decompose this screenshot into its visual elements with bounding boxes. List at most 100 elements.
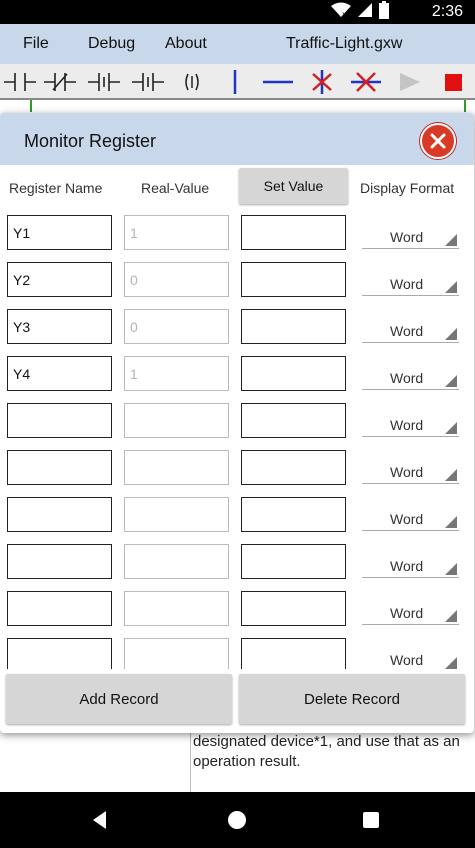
register-row: Word — [0, 262, 474, 309]
header-register-name: Register Name — [9, 180, 103, 196]
register-name-input[interactable] — [7, 403, 112, 438]
dropdown-arrow-icon — [445, 375, 457, 387]
coil-icon[interactable] — [174, 66, 210, 98]
register-name-input[interactable] — [7, 356, 112, 391]
real-value-field — [124, 638, 229, 669]
navigation-bar — [0, 792, 475, 848]
ladder-toolbar — [0, 64, 475, 100]
register-name-input[interactable] — [7, 497, 112, 532]
display-format-select[interactable]: Word — [362, 458, 459, 484]
set-value-input[interactable] — [241, 544, 346, 579]
run-icon[interactable] — [392, 66, 428, 98]
real-value-field — [124, 309, 229, 344]
display-format-value: Word — [390, 417, 424, 433]
display-format-select[interactable]: Word — [362, 552, 459, 578]
ladder-rail-right — [464, 100, 466, 112]
set-value-input[interactable] — [241, 497, 346, 532]
set-value-input[interactable] — [241, 403, 346, 438]
normally-open-contact-icon[interactable] — [2, 66, 38, 98]
register-row: Word — [0, 309, 474, 356]
display-format-value: Word — [390, 652, 424, 668]
falling-edge-contact-icon[interactable] — [130, 66, 166, 98]
status-icons: x — [331, 0, 389, 24]
display-format-select[interactable]: Word — [362, 411, 459, 437]
dropdown-arrow-icon — [445, 328, 457, 340]
display-format-value: Word — [390, 229, 424, 245]
set-value-input[interactable] — [241, 450, 346, 485]
menu-about[interactable]: About — [165, 34, 207, 54]
real-value-field — [124, 403, 229, 438]
real-value-field — [124, 215, 229, 250]
stop-icon[interactable] — [436, 66, 472, 98]
set-value-input[interactable] — [241, 262, 346, 297]
display-format-select[interactable]: Word — [362, 364, 459, 390]
rising-edge-contact-icon[interactable] — [86, 66, 122, 98]
normally-closed-contact-icon[interactable] — [42, 66, 78, 98]
close-button[interactable] — [420, 123, 456, 159]
monitor-register-dialog: Monitor Register Register Name Real-Valu… — [0, 113, 474, 733]
delete-horizontal-line-icon[interactable] — [348, 66, 384, 98]
set-value-input[interactable] — [241, 309, 346, 344]
battery-icon — [379, 0, 389, 24]
register-name-input[interactable] — [7, 262, 112, 297]
register-row: Word — [0, 497, 474, 544]
display-format-select[interactable]: Word — [362, 270, 459, 296]
set-value-button[interactable]: Set Value — [239, 168, 348, 204]
display-format-value: Word — [390, 464, 424, 480]
real-value-field — [124, 262, 229, 297]
display-format-select[interactable]: Word — [362, 317, 459, 343]
register-name-input[interactable] — [7, 591, 112, 626]
real-value-field — [124, 356, 229, 391]
wifi-icon: x — [331, 2, 351, 23]
register-name-input[interactable] — [7, 309, 112, 344]
register-row: Word — [0, 356, 474, 403]
register-name-input[interactable] — [7, 638, 112, 669]
add-record-button[interactable]: Add Record — [6, 674, 232, 724]
register-row: Word — [0, 544, 474, 591]
display-format-value: Word — [390, 605, 424, 621]
real-value-field — [124, 544, 229, 579]
dropdown-arrow-icon — [445, 563, 457, 575]
register-row: Word — [0, 215, 474, 262]
header-display-format: Display Format — [360, 180, 455, 196]
set-value-input[interactable] — [241, 591, 346, 626]
status-time: 2:36 — [431, 3, 463, 20]
real-value-field — [124, 450, 229, 485]
close-icon — [430, 133, 446, 149]
display-format-select[interactable]: Word — [362, 223, 459, 249]
real-value-field — [124, 497, 229, 532]
dropdown-arrow-icon — [445, 610, 457, 622]
header-real-value: Real-Value — [141, 180, 210, 196]
home-icon[interactable] — [225, 808, 249, 832]
signal-icon — [357, 2, 373, 23]
set-value-input[interactable] — [241, 356, 346, 391]
delete-vertical-line-icon[interactable] — [304, 66, 340, 98]
register-name-input[interactable] — [7, 544, 112, 579]
editor-divider — [190, 732, 191, 792]
dropdown-arrow-icon — [445, 516, 457, 528]
dialog-title-bar: Monitor Register — [0, 113, 474, 165]
display-format-select[interactable]: Word — [362, 646, 459, 669]
menu-debug[interactable]: Debug — [88, 34, 135, 54]
delete-record-button[interactable]: Delete Record — [239, 674, 465, 724]
dropdown-arrow-icon — [445, 469, 457, 481]
register-name-input[interactable] — [7, 450, 112, 485]
display-format-value: Word — [390, 276, 424, 292]
dropdown-arrow-icon — [445, 657, 457, 669]
dropdown-arrow-icon — [445, 281, 457, 293]
display-format-value: Word — [390, 370, 424, 386]
file-title: Traffic-Light.gxw — [286, 35, 403, 52]
ladder-rail-left — [30, 100, 32, 112]
display-format-select[interactable]: Word — [362, 599, 459, 625]
set-value-input[interactable] — [241, 215, 346, 250]
display-format-value: Word — [390, 511, 424, 527]
menu-file[interactable]: File — [23, 34, 49, 54]
back-icon[interactable] — [88, 808, 112, 832]
register-name-input[interactable] — [7, 215, 112, 250]
display-format-value: Word — [390, 323, 424, 339]
vertical-line-icon[interactable] — [218, 66, 254, 98]
horizontal-line-icon[interactable] — [260, 66, 296, 98]
recents-icon[interactable] — [359, 808, 383, 832]
set-value-input[interactable] — [241, 638, 346, 669]
display-format-select[interactable]: Word — [362, 505, 459, 531]
